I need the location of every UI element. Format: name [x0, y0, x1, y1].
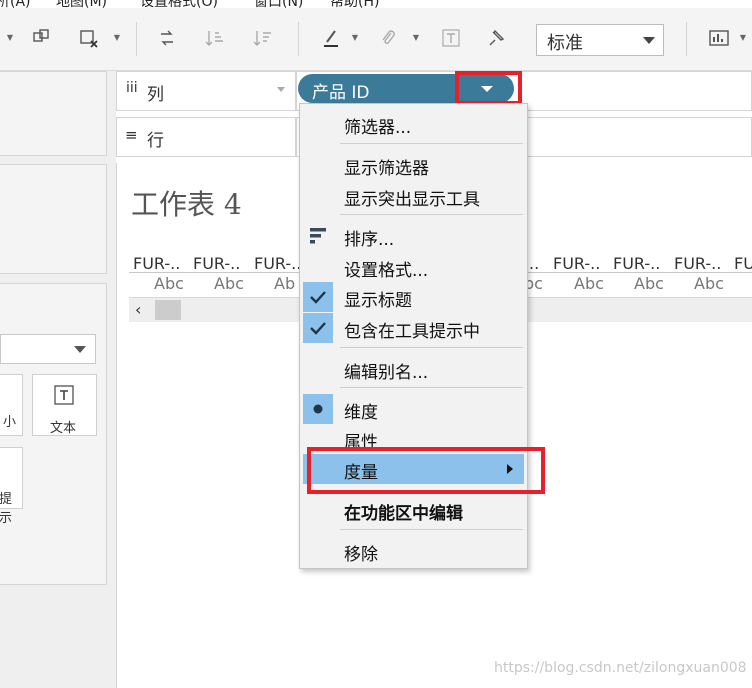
text-button[interactable]: 文本	[32, 374, 97, 436]
column-header[interactable]: FUR-..	[613, 254, 660, 273]
checkmark-icon	[303, 313, 333, 343]
toolbar-separator	[136, 22, 137, 56]
bullet-icon	[303, 394, 333, 424]
menu-bar: 析(A) 地图(M) 设置格式(O) 窗口(N) 帮助(H)	[0, 0, 752, 8]
cell-text: Abc	[634, 274, 664, 293]
column-header[interactable]: FUR-..	[674, 254, 721, 273]
menu-separator	[340, 387, 523, 388]
mark-type-select[interactable]	[0, 334, 96, 364]
chevron-down-icon[interactable]: ▼	[738, 27, 748, 49]
menu-separator	[340, 143, 523, 144]
menu-item-sort[interactable]: 排序...	[300, 221, 527, 251]
cell-text: Abc	[574, 274, 604, 293]
column-header[interactable]: FUR-..	[254, 254, 301, 273]
pages-panel	[0, 71, 107, 156]
menu-item-show-filter[interactable]: 显示筛选器	[300, 150, 527, 180]
highlighter-icon[interactable]	[320, 27, 342, 49]
menu-window[interactable]: 窗口(N)	[254, 0, 303, 8]
tooltip-button-label: 提示	[0, 492, 13, 526]
paperclip-icon[interactable]	[377, 27, 399, 49]
toolbar-separator	[298, 22, 299, 56]
filters-panel	[0, 164, 107, 274]
column-header[interactable]: ..	[529, 254, 539, 273]
size-button[interactable]: 小	[0, 374, 23, 436]
column-header[interactable]: FUR-..	[193, 254, 240, 273]
sheet-title: 工作表 4	[131, 188, 242, 221]
menu-item-label: 设置格式...	[344, 261, 429, 281]
menu-item-label: 移除	[344, 545, 378, 565]
chevron-down-icon[interactable]: ▼	[411, 27, 421, 49]
menu-item-label: 编辑别名...	[344, 363, 429, 383]
pin-icon[interactable]	[485, 27, 507, 49]
sort-icon	[310, 228, 328, 248]
toolbar: ▼ ▼ ▼ ▼ 标准 ▼	[0, 8, 752, 71]
checkmark-icon	[303, 282, 333, 312]
chevron-down-icon	[74, 346, 86, 353]
columns-shelf-title: 列	[147, 85, 164, 105]
chevron-down-icon[interactable]: ▼	[350, 27, 360, 49]
swap-rows-icon[interactable]	[30, 27, 52, 49]
column-header[interactable]: FU	[734, 254, 752, 273]
sort-descending-icon[interactable]	[252, 27, 274, 49]
menu-separator	[340, 529, 523, 530]
menu-item-include-tooltip[interactable]: 包含在工具提示中	[300, 313, 527, 343]
menu-item-label: 筛选器...	[344, 118, 412, 138]
columns-shelf-label: iii 列	[116, 71, 296, 111]
chevron-down-icon	[643, 37, 655, 44]
menu-item-label: 显示突出显示工具	[344, 190, 480, 210]
column-header[interactable]: FUR-..	[553, 254, 600, 273]
chevron-down-icon[interactable]: ▼	[5, 27, 15, 49]
menu-item-label: 显示标题	[344, 291, 412, 311]
column-header[interactable]: FUR-..	[133, 254, 180, 273]
toolbar-separator	[686, 22, 687, 56]
pill-context-menu: 筛选器... 显示筛选器 显示突出显示工具 排序... 设置格式... 显示标题…	[299, 103, 528, 569]
pill-label: 产品 ID	[312, 83, 370, 103]
sort-ascending-icon[interactable]	[204, 27, 226, 49]
menu-item-edit-aliases[interactable]: 编辑别名...	[300, 354, 527, 384]
refresh-swap-icon[interactable]	[156, 27, 178, 49]
cell-text: Abc	[154, 274, 184, 293]
menu-map[interactable]: 地图(M)	[56, 0, 107, 8]
menu-help[interactable]: 帮助(H)	[330, 0, 379, 8]
tooltip-button[interactable]: 提示	[0, 447, 23, 526]
menu-item-label: 显示筛选器	[344, 159, 429, 179]
menu-item-edit-in-shelf[interactable]: 在功能区中编辑	[300, 495, 527, 525]
show-me-icon[interactable]	[708, 27, 730, 49]
label-icon[interactable]	[440, 27, 462, 49]
chevron-down-icon[interactable]	[277, 87, 285, 92]
menu-analysis[interactable]: 析(A)	[0, 0, 31, 8]
menu-item-dimension[interactable]: 维度	[300, 394, 527, 424]
menu-item-label: 排序...	[344, 230, 395, 250]
menu-item-label: 包含在工具提示中	[344, 322, 480, 342]
fit-select[interactable]: 标准	[536, 24, 664, 56]
size-button-label: 小	[3, 415, 17, 430]
scroll-left-icon[interactable]: ‹	[135, 300, 141, 319]
menu-item-filter[interactable]: 筛选器...	[300, 109, 527, 139]
menu-item-show-header[interactable]: 显示标题	[300, 282, 527, 312]
rows-shelf-title: 行	[147, 131, 164, 151]
menu-item-format[interactable]: 设置格式...	[300, 252, 527, 282]
cell-text: Abc	[694, 274, 724, 293]
text-mark-icon	[54, 385, 74, 409]
menu-item-show-highlighter[interactable]: 显示突出显示工具	[300, 181, 527, 211]
scrollbar-thumb[interactable]	[155, 300, 181, 320]
annotation-highlight-box	[307, 447, 545, 494]
fit-select-value: 标准	[547, 33, 583, 54]
columns-icon: iii	[126, 80, 138, 96]
rows-icon: ≡	[125, 126, 138, 144]
chevron-down-icon[interactable]: ▼	[112, 27, 122, 49]
text-button-label: 文本	[50, 421, 77, 436]
rows-shelf-label: ≡ 行	[116, 117, 296, 157]
menu-separator	[340, 214, 523, 215]
menu-separator	[340, 347, 523, 348]
menu-item-label: 维度	[344, 403, 378, 423]
annotation-highlight-box	[455, 71, 522, 105]
cell-text: Abc	[214, 274, 244, 293]
chart-remove-icon[interactable]	[78, 27, 100, 49]
watermark-text: https://blog.csdn.net/zilongxuan008	[494, 660, 747, 676]
cell-text: Ab	[274, 274, 296, 293]
menu-item-label: 在功能区中编辑	[344, 504, 463, 524]
menu-item-remove[interactable]: 移除	[300, 536, 527, 566]
menu-format[interactable]: 设置格式(O)	[140, 0, 218, 8]
